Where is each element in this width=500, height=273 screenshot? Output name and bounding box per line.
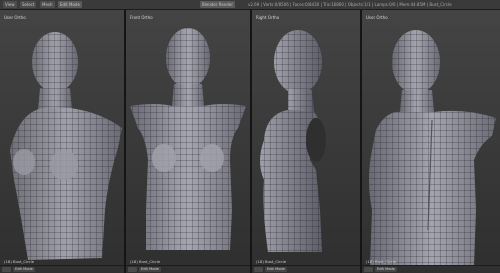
object-name: (18) Bust_Circle — [366, 259, 397, 264]
viewport-canvas — [0, 10, 124, 273]
viewport-canvas — [126, 10, 250, 273]
viewport-header: Edit Mode — [362, 265, 500, 273]
object-name: (18) Bust_Circle — [4, 259, 35, 264]
mesh-menu-button[interactable]: Mesh — [40, 1, 55, 8]
view-menu-button[interactable]: View — [3, 1, 17, 8]
viewport-canvas — [362, 10, 500, 273]
viewport-label: Right Ortho — [256, 15, 280, 20]
object-name: (18) Bust_Circle — [130, 259, 161, 264]
viewport-user-ortho-2[interactable]: User Ortho (18) Bust_Circle Edit Mode — [362, 10, 500, 273]
editor-type-button[interactable] — [128, 267, 137, 272]
mode-select[interactable]: Edit Mode — [375, 267, 397, 272]
select-menu-button[interactable]: Select — [20, 1, 37, 8]
viewport-header: Edit Mode — [0, 265, 124, 273]
viewport-front-ortho[interactable]: Front Ortho (18) Bust_Circle Edit Mode — [126, 10, 250, 273]
render-engine-select[interactable]: Blender Render — [200, 1, 236, 8]
mode-select[interactable]: Edit Mode — [265, 267, 287, 272]
editor-type-button[interactable] — [364, 267, 373, 272]
object-name: (18) Bust_Circle — [256, 259, 287, 264]
viewport-canvas — [252, 10, 360, 273]
viewport-header: Edit Mode — [252, 265, 360, 273]
mode-select[interactable]: Edit Mode — [139, 267, 161, 272]
editor-type-button[interactable] — [2, 267, 11, 272]
status-info: v2.69 | Verts:0/8506 | Faces:0/8430 | Tr… — [248, 2, 452, 7]
viewport-user-ortho-1[interactable]: User Ortho (18) Bust_Circle Edit Mode — [0, 10, 124, 273]
header-bar: View Select Mesh Edit Mode Blender Rende… — [0, 0, 500, 10]
viewport-label: Front Ortho — [130, 15, 153, 20]
viewport-label: User Ortho — [4, 15, 26, 20]
editor-type-button[interactable] — [254, 267, 263, 272]
mode-select[interactable]: Edit Mode — [13, 267, 35, 272]
viewport-label: User Ortho — [366, 15, 388, 20]
mode-select[interactable]: Edit Mode — [58, 1, 82, 8]
viewport-right-ortho[interactable]: Right Ortho (18) Bust_Circle Edit Mode — [252, 10, 360, 273]
viewport-header: Edit Mode — [126, 265, 250, 273]
